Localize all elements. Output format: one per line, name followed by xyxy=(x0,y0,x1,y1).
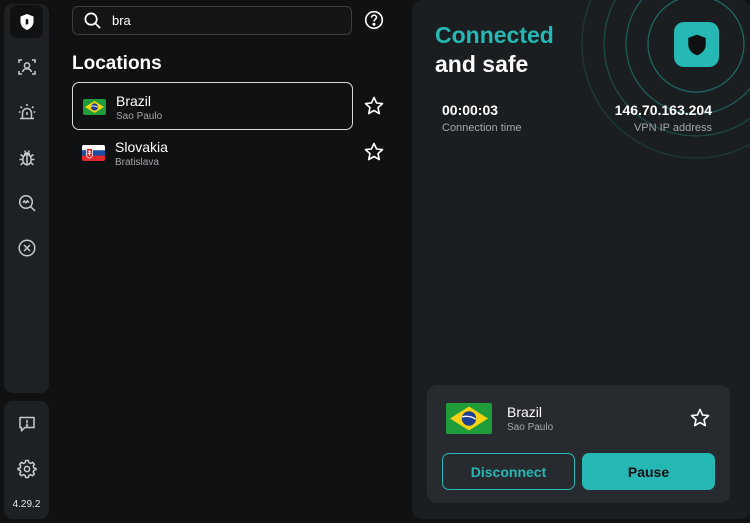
connection-time-label: Connection time xyxy=(442,122,522,134)
sidebar-item-blocker[interactable] xyxy=(10,231,43,264)
disconnect-button[interactable]: Disconnect xyxy=(442,453,575,490)
vpn-ip-value: 146.70.163.204 xyxy=(614,102,712,118)
app-version: 4.29.2 xyxy=(12,499,41,510)
favorite-star-icon[interactable] xyxy=(363,141,385,163)
shield-icon xyxy=(20,13,33,30)
face-scan-icon xyxy=(17,58,36,75)
help-icon[interactable] xyxy=(364,10,384,30)
feedback-button[interactable] xyxy=(10,407,43,440)
locations-heading: Locations xyxy=(72,53,162,74)
sidebar-item-vpn[interactable] xyxy=(10,5,43,38)
search-input[interactable] xyxy=(110,12,340,29)
favorite-star-icon[interactable] xyxy=(363,95,385,117)
search-icon xyxy=(84,12,101,29)
sidebar-item-threats[interactable] xyxy=(10,141,43,174)
sidebar-item-identity[interactable] xyxy=(10,50,43,83)
connection-panel: Connected and safe 00:00:03 Connection t… xyxy=(412,0,750,519)
search-scan-icon xyxy=(18,194,36,212)
location-name: Brazil xyxy=(116,93,152,109)
search-box[interactable] xyxy=(72,6,352,35)
bug-icon xyxy=(19,149,34,166)
alarm-icon xyxy=(18,103,35,119)
vpn-status-badge xyxy=(674,22,719,67)
current-location-city: Sao Paulo xyxy=(507,422,554,433)
pause-button[interactable]: Pause xyxy=(582,453,715,490)
shield-icon xyxy=(687,34,706,55)
sidebar-top xyxy=(4,4,49,393)
connection-time-value: 00:00:03 xyxy=(442,102,499,118)
current-location-card: Brazil Sao Paulo Disconnect Pause xyxy=(427,385,730,503)
current-location-name: Brazil xyxy=(507,404,543,420)
brazil-flag-icon xyxy=(83,99,106,115)
location-city: Sao Paulo xyxy=(116,111,163,122)
sidebar-item-alerts[interactable] xyxy=(10,95,43,128)
block-icon xyxy=(17,238,36,257)
status-title: Connected xyxy=(435,22,554,48)
slovakia-flag-icon xyxy=(82,145,105,161)
gear-icon xyxy=(16,459,37,478)
location-item-brazil[interactable]: Brazil Sao Paulo xyxy=(72,82,353,130)
sidebar-bottom: 4.29.2 xyxy=(4,401,49,519)
vpn-ip-label: VPN IP address xyxy=(633,122,712,134)
favorite-star-icon[interactable] xyxy=(689,407,711,429)
sidebar-item-scan[interactable] xyxy=(10,186,43,219)
location-name: Slovakia xyxy=(115,139,168,155)
settings-button[interactable] xyxy=(10,452,43,485)
status-subtitle: and safe xyxy=(435,51,529,77)
brazil-flag-icon xyxy=(446,403,492,434)
location-city: Bratislava xyxy=(115,157,159,168)
feedback-icon xyxy=(18,416,35,432)
location-item-slovakia[interactable]: Slovakia Bratislava xyxy=(72,129,353,177)
